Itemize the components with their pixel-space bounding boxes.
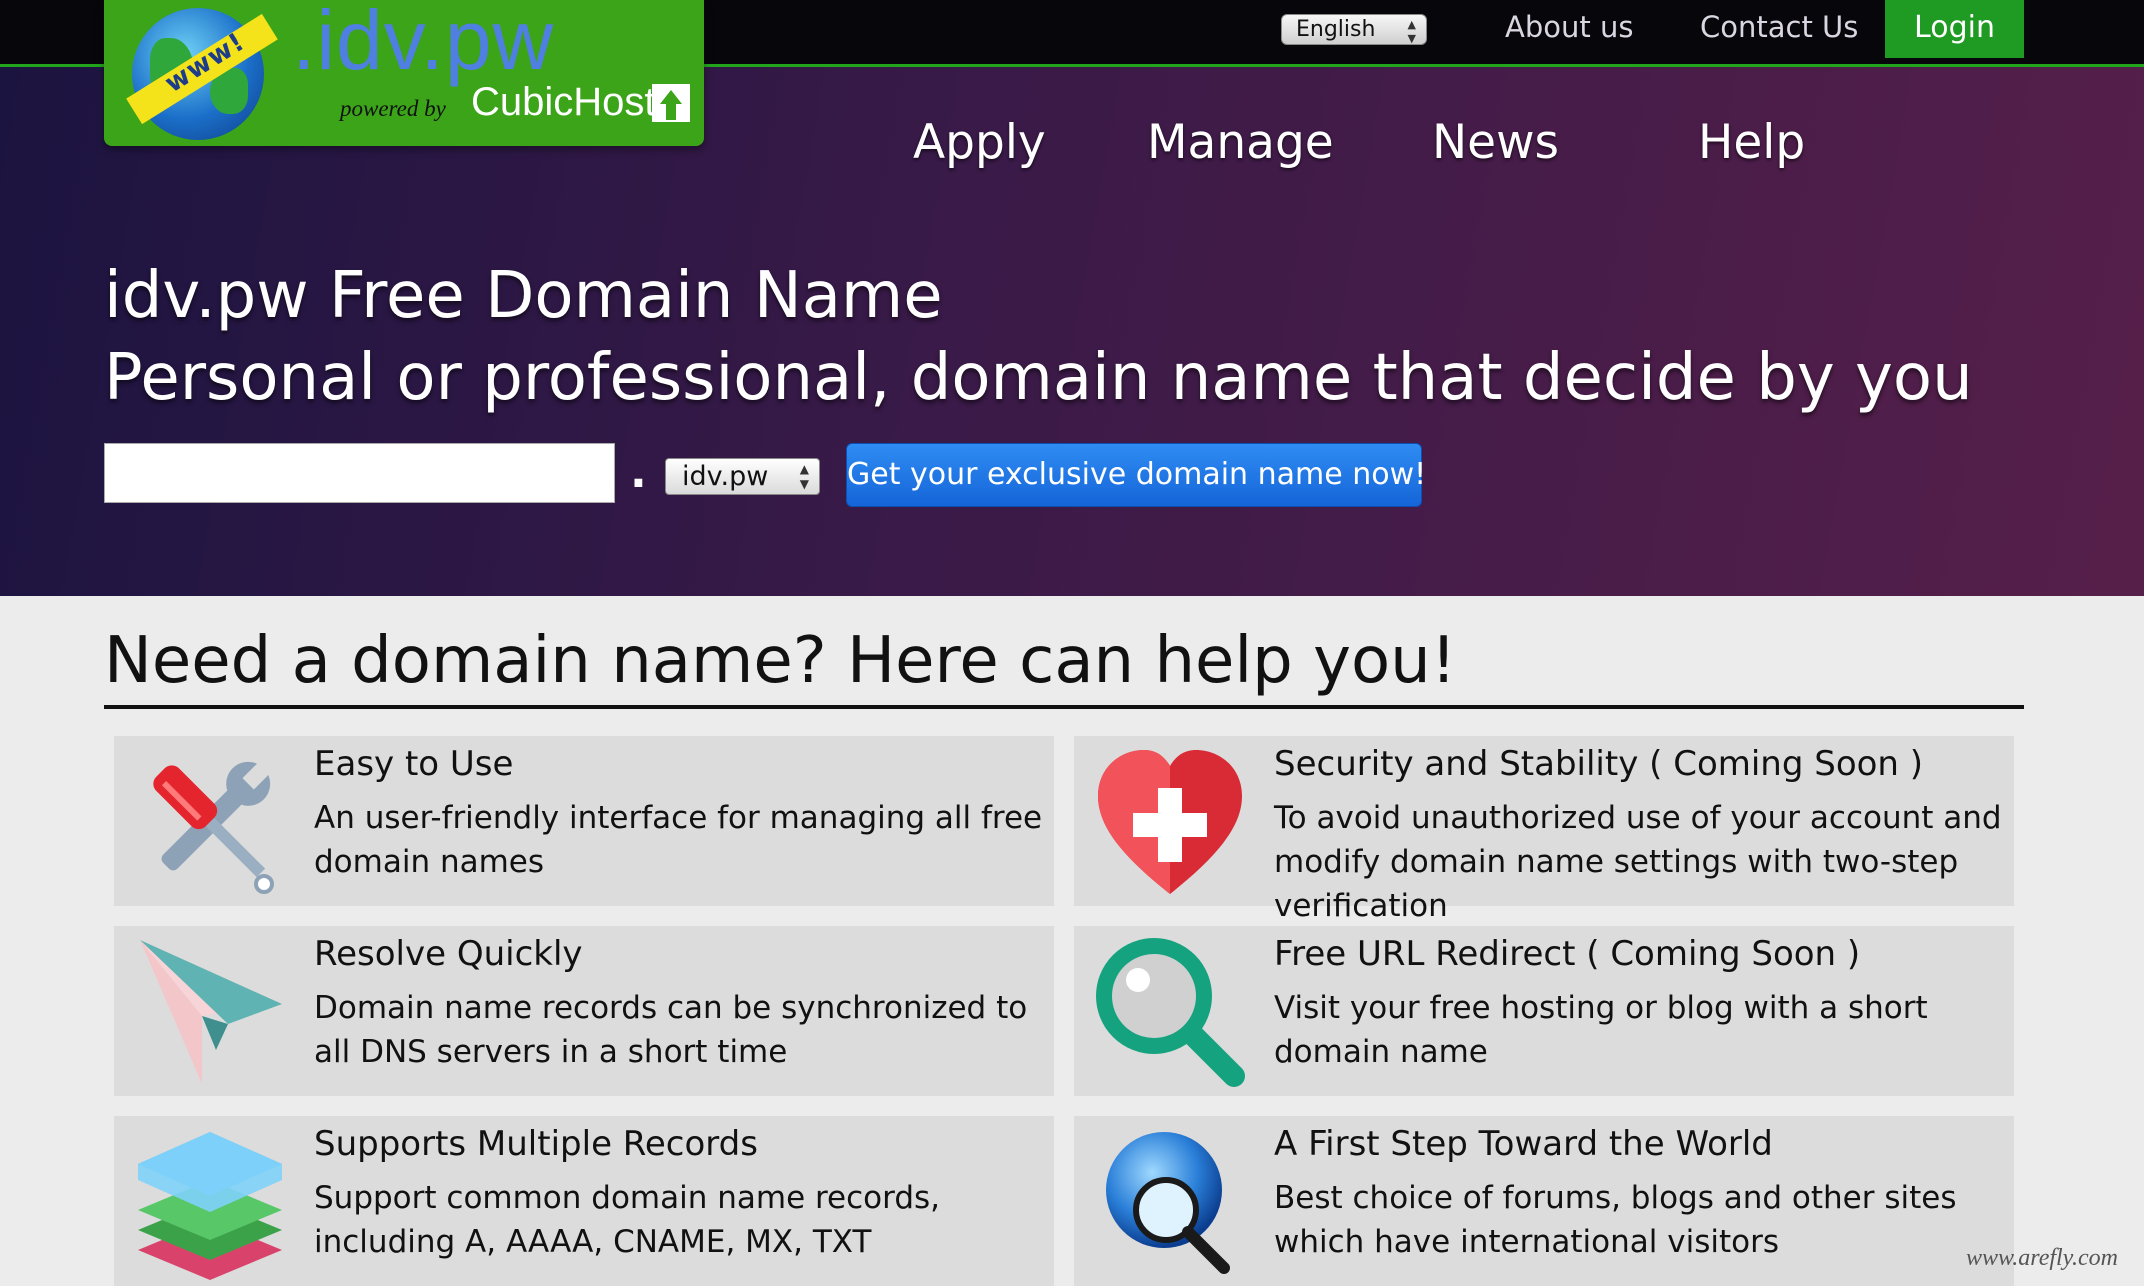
hero-title: idv.pw Free Domain Name [104, 259, 943, 333]
features-heading: Need a domain name? Here can help you! [104, 624, 1457, 698]
select-arrows-icon: ▲ ▼ [1407, 18, 1416, 45]
feature-description: To avoid unauthorized use of your accoun… [1274, 800, 2002, 924]
feature-title: Supports Multiple Records [314, 1124, 758, 1164]
home-icon [652, 84, 690, 122]
feature-description: Support common domain name records, incl… [314, 1180, 941, 1260]
domain-separator: . [630, 447, 647, 498]
feature-description: Visit your free hosting or blog with a s… [1274, 990, 1928, 1070]
layers-icon [138, 1132, 282, 1280]
feature-description: Domain name records can be synchronized … [314, 990, 1028, 1070]
heading-divider [104, 705, 2024, 709]
nav-manage[interactable]: Manage [1147, 115, 1334, 170]
nav-apply[interactable]: Apply [913, 115, 1046, 170]
feature-description: An user-friendly interface for managing … [314, 800, 1043, 880]
contact-us-link[interactable]: Contact Us [1700, 10, 1858, 44]
nav-news[interactable]: News [1432, 115, 1559, 170]
feature-title: Security and Stability ( Coming Soon ) [1274, 744, 1924, 784]
get-domain-button[interactable]: Get your exclusive domain name now! [846, 443, 1426, 507]
domain-name-input[interactable] [104, 443, 615, 503]
feature-card-multiple-records: Supports Multiple Records Support common… [114, 1116, 1054, 1286]
feature-title: A First Step Toward the World [1274, 1124, 1773, 1164]
site-logo[interactable]: www! .idv.pw powered by CubicHost [104, 0, 704, 146]
globe-logo-icon: www! [126, 8, 278, 140]
paper-plane-icon [140, 940, 282, 1084]
about-us-link[interactable]: About us [1505, 10, 1633, 44]
language-select-value: English [1296, 17, 1376, 42]
magnifier-icon [1096, 938, 1245, 1087]
nav-help[interactable]: Help [1698, 115, 1805, 170]
feature-card-url-redirect: Free URL Redirect ( Coming Soon ) Visit … [1074, 926, 2014, 1096]
logo-brand: CubicHost [471, 80, 656, 124]
select-arrows-icon: ▲ ▼ [799, 462, 809, 491]
tld-select[interactable]: idv.pw ▲ ▼ [665, 458, 820, 495]
feature-title: Resolve Quickly [314, 934, 583, 974]
tools-icon [153, 761, 274, 894]
globe-search-icon [1106, 1132, 1230, 1274]
logo-powered-by: powered by [340, 96, 446, 121]
tld-select-value: idv.pw [682, 461, 769, 492]
feature-title: Free URL Redirect ( Coming Soon ) [1274, 934, 1861, 974]
heart-plus-icon [1098, 750, 1242, 894]
logo-domain-text: .idv.pw [292, 0, 555, 87]
feature-card-easy-to-use: Easy to Use An user-friendly interface f… [114, 736, 1054, 906]
feature-card-resolve-quickly: Resolve Quickly Domain name records can … [114, 926, 1054, 1096]
language-select[interactable]: English ▲ ▼ [1281, 14, 1427, 45]
feature-description: Best choice of forums, blogs and other s… [1274, 1180, 1957, 1260]
feature-card-first-step: A First Step Toward the World Best choic… [1074, 1116, 2014, 1286]
feature-title: Easy to Use [314, 744, 514, 784]
hero-subtitle: Personal or professional, domain name th… [104, 341, 1973, 415]
watermark-text: www.arefly.com [1966, 1245, 2118, 1271]
feature-card-security: Security and Stability ( Coming Soon ) T… [1074, 736, 2014, 924]
hero-section: Apply Manage News Help idv.pw Free Domai… [0, 67, 2144, 596]
login-button[interactable]: Login [1885, 0, 2024, 58]
